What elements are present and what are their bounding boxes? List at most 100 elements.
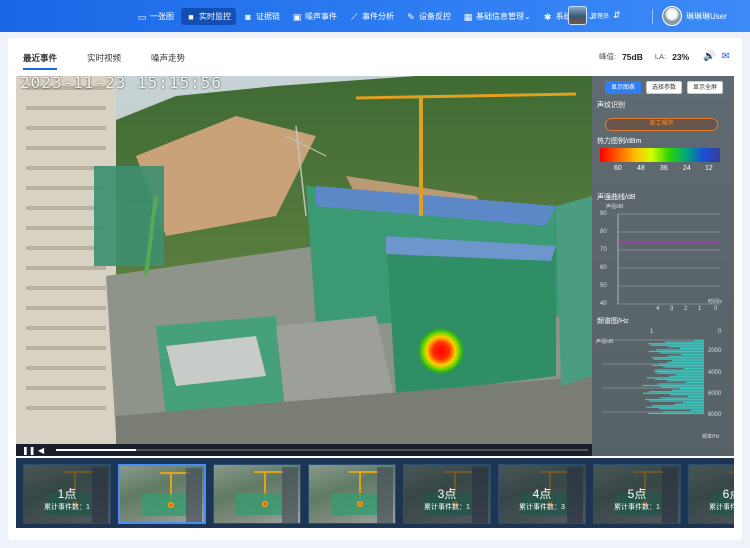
thumbnail-image — [254, 471, 284, 473]
heat-spot — [168, 502, 174, 508]
mail-icon[interactable]: ✉ — [722, 51, 730, 62]
thumbnail-count: 累计事件数：1 — [424, 504, 470, 511]
panel-button-row: 显示图表 选择参数 显示全屏 — [605, 81, 724, 94]
spectrum-bar — [648, 350, 704, 353]
spectrum-bar — [656, 349, 704, 351]
avatar — [568, 6, 587, 25]
spectrum-bar — [683, 402, 704, 404]
spectrum-bar — [651, 405, 704, 407]
nav-label: 噪声事件 — [305, 12, 337, 21]
spectrum-bar — [649, 391, 704, 393]
spectrum-bar — [666, 380, 704, 382]
fullscreen-button[interactable]: 显示全屏 — [687, 81, 724, 94]
spectrum-bar — [654, 371, 704, 373]
nav-item-basic-info[interactable]: ▦ 基础信息管理 ⌄ — [458, 8, 536, 25]
user-menu[interactable]: 琳琳琳User — [662, 6, 727, 26]
curve-y-tick: 90 — [600, 211, 607, 217]
sound-recognition-result: 施工噪声 — [605, 118, 718, 131]
event-thumbnail[interactable]: 4点累计事件数：3 — [498, 464, 586, 524]
spectrum-bar — [668, 346, 704, 348]
spectrum-bar — [651, 357, 704, 359]
thumbnail-label: 3点 — [437, 487, 457, 501]
heat-spot — [262, 501, 268, 507]
video-timestamp: 2023-11-23 15:15:56 — [20, 76, 223, 92]
nav-item-device-control[interactable]: ✎ 设备反控 — [401, 8, 456, 25]
peak-value: 75dB — [622, 51, 643, 62]
spectrum-bar — [654, 378, 704, 380]
thumbnail-image — [236, 493, 282, 515]
event-thumbnail[interactable]: 3点累计事件数：1 — [403, 464, 491, 524]
spectrum-bar — [688, 395, 704, 397]
curve-x-tick: 3 — [670, 306, 674, 312]
thumbnail-count: 累计事件数：1 — [614, 504, 660, 511]
spectrum-bars — [642, 340, 704, 415]
event-thumbnail[interactable] — [213, 464, 301, 524]
thumbnail-image — [349, 471, 379, 473]
video-progress-bar[interactable] — [56, 449, 588, 451]
spectrum-bar — [667, 355, 704, 357]
show-chart-button[interactable]: 显示图表 — [605, 81, 642, 94]
video-camera-icon: ■ — [188, 11, 194, 22]
spectrum-bar — [657, 383, 704, 385]
tab-live-video[interactable]: 实时视频 — [87, 52, 121, 70]
spectrum-bar — [642, 384, 704, 387]
nav-label: 设备反控 — [419, 12, 451, 21]
nav-label: 事件分析 — [362, 12, 394, 21]
event-thumbnail[interactable]: 6点累计事件数：1 — [688, 464, 734, 524]
curve-y-tick: 60 — [600, 265, 607, 271]
la-label: LA: — [654, 52, 667, 61]
tab-noise-trend[interactable]: 噪声走势 — [151, 52, 185, 70]
intensity-curve-title: 声强曲线/dB — [597, 194, 636, 201]
heat-legend-title: 热力图例/dBm — [597, 138, 642, 145]
heat-legend-label: 36 — [660, 165, 668, 172]
spectrum-bar — [648, 343, 704, 345]
spectrum-y-tick: 4000 — [708, 370, 722, 376]
spectrum-bar — [648, 412, 704, 415]
spectrum-bar — [662, 411, 704, 413]
event-thumbnail[interactable] — [308, 464, 396, 524]
spectrum-bar — [658, 408, 704, 410]
alert-icon: ▣ — [292, 11, 302, 22]
nav-label: 基础信息管理 — [476, 12, 524, 21]
event-thumbnail[interactable]: 5点 累计事件数：1 — [593, 464, 681, 524]
spectrum-bar — [681, 353, 704, 356]
thumbnail-image — [331, 493, 377, 515]
curve-y-tick: 70 — [600, 247, 607, 253]
nav-item-live-monitor[interactable]: ■ 实时监控 — [181, 8, 236, 25]
thumbnail-image — [142, 494, 188, 516]
speaker-icon[interactable]: 🔊 — [703, 51, 715, 62]
pause-icon[interactable]: ❚❚ — [22, 446, 35, 455]
spectrum-bar — [643, 392, 704, 394]
spectrum-top-tick: 1 — [650, 329, 654, 335]
nav-item-event-analysis[interactable]: ⟋ 事件分析 — [344, 8, 399, 25]
wrench-icon: ✎ — [407, 11, 415, 22]
thumbnail-count: 累计事件数：1 — [709, 504, 734, 511]
thumbnail-label: 6点 — [722, 487, 734, 501]
thumbnail-count: 累计事件数：3 — [519, 504, 565, 511]
user-role: 管理员 — [591, 14, 610, 20]
spectrum-bar — [683, 367, 704, 370]
nav-item-noise-events[interactable]: ▣ 噪声事件 — [287, 8, 342, 25]
curve-y-tick: 40 — [600, 301, 607, 307]
spectrum-bar — [679, 347, 704, 349]
event-thumbnail[interactable] — [118, 464, 206, 524]
line-chart-icon: ⟋ — [350, 11, 358, 22]
spectrum-y-tick: 8000 — [708, 412, 722, 418]
site-user-menu[interactable]: 管理员 ⇵ — [568, 6, 621, 25]
curve-y-tick: 80 — [600, 229, 607, 235]
spectrum-bar — [648, 400, 704, 402]
tab-recent-events[interactable]: 最近事件 — [23, 52, 58, 70]
thumbnail-label: 4点 — [532, 487, 552, 501]
nav-item-evidence-chain[interactable]: ◙ 证据链 — [238, 8, 285, 25]
spectrum-bar — [657, 372, 704, 374]
grid-icon: ▦ — [463, 11, 473, 22]
spectrum-bar — [694, 340, 704, 342]
monitor-icon: ▭ — [137, 11, 147, 22]
select-params-button[interactable]: 选择参数 — [646, 81, 683, 94]
nav-item-overview[interactable]: ▭ 一张图 — [132, 8, 179, 25]
thumbnail-panel — [186, 468, 202, 522]
event-thumbnail[interactable]: 1点 累计事件数：1 — [23, 464, 111, 524]
live-video-player[interactable]: 2023-11-23 15:15:56 ❚❚ ◀ 显示图表 选择参数 显示全屏 … — [16, 76, 734, 456]
video-controls: ❚❚ ◀ — [16, 444, 592, 456]
volume-icon[interactable]: ◀ — [38, 446, 48, 455]
